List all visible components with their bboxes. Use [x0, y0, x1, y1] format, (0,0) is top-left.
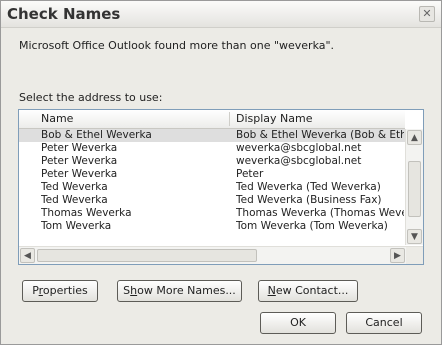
column-header-name[interactable]: Name — [41, 112, 73, 125]
column-divider[interactable] — [229, 112, 230, 126]
horizontal-scrollbar[interactable]: ◀ ▶ — [19, 246, 423, 264]
title-bar: Check Names ✕ — [1, 1, 441, 28]
row-name: Tom Weverka — [41, 220, 112, 232]
row-display-name: Ted Weverka (Ted Weverka) — [236, 181, 381, 193]
message-text: Microsoft Office Outlook found more than… — [19, 39, 335, 52]
arrow-right-icon[interactable]: ▶ — [390, 248, 405, 263]
row-display-name: Bob & Ethel Weverka (Bob & Ethel — [236, 129, 404, 141]
vertical-scroll-thumb[interactable] — [408, 161, 421, 217]
list-row[interactable]: Ted Weverka Ted Weverka (Ted Weverka) — [19, 181, 405, 194]
row-name: Ted Weverka — [41, 194, 108, 206]
row-display-name: Thomas Weverka (Thomas Weve — [236, 207, 404, 219]
ok-button[interactable]: OK — [260, 312, 336, 334]
row-name: Thomas Weverka — [41, 207, 132, 219]
arrow-left-icon[interactable]: ◀ — [20, 248, 35, 263]
select-address-label: Select the address to use: — [19, 91, 163, 104]
row-display-name: Ted Weverka (Business Fax) — [236, 194, 382, 206]
row-display-name: Peter — [236, 168, 264, 180]
row-name: Peter Weverka — [41, 155, 118, 167]
row-name: Peter Weverka — [41, 168, 118, 180]
scroll-corner — [406, 247, 423, 264]
row-display-name: Tom Weverka (Tom Weverka) — [236, 220, 388, 232]
close-icon[interactable]: ✕ — [419, 6, 435, 22]
arrow-up-icon[interactable]: ▲ — [407, 130, 422, 145]
row-name: Bob & Ethel Weverka — [41, 129, 152, 141]
column-header-display-name[interactable]: Display Name — [236, 112, 313, 125]
vertical-scrollbar[interactable]: ▲ ▼ — [405, 129, 423, 245]
list-row[interactable]: Peter Weverka weverka@sbcglobal.net — [19, 155, 405, 168]
list-row[interactable]: Thomas Weverka Thomas Weverka (Thomas We… — [19, 207, 405, 220]
check-names-dialog: Check Names ✕ Microsoft Office Outlook f… — [0, 0, 442, 345]
list-header: Name Display Name — [19, 110, 405, 129]
address-list[interactable]: Name Display Name Bob & Ethel Weverka Bo… — [18, 109, 424, 265]
list-row[interactable]: Peter Weverka weverka@sbcglobal.net — [19, 142, 405, 155]
arrow-down-icon[interactable]: ▼ — [407, 229, 422, 244]
dialog-title: Check Names — [7, 5, 121, 23]
row-display-name: weverka@sbcglobal.net — [236, 155, 362, 167]
list-row[interactable]: Tom Weverka Tom Weverka (Tom Weverka) — [19, 220, 405, 233]
row-display-name: weverka@sbcglobal.net — [236, 142, 362, 154]
cancel-button[interactable]: Cancel — [346, 312, 422, 334]
row-name: Ted Weverka — [41, 181, 108, 193]
new-contact-button[interactable]: New Contact... — [258, 280, 358, 302]
row-name: Peter Weverka — [41, 142, 118, 154]
list-row[interactable]: Ted Weverka Ted Weverka (Business Fax) — [19, 194, 405, 207]
properties-button[interactable]: Properties — [22, 280, 98, 302]
list-row[interactable]: Bob & Ethel Weverka Bob & Ethel Weverka … — [19, 129, 405, 142]
list-rows: Bob & Ethel Weverka Bob & Ethel Weverka … — [19, 129, 405, 233]
list-row[interactable]: Peter Weverka Peter — [19, 168, 405, 181]
horizontal-scroll-thumb[interactable] — [37, 249, 257, 262]
show-more-names-button[interactable]: Show More Names... — [117, 280, 242, 302]
